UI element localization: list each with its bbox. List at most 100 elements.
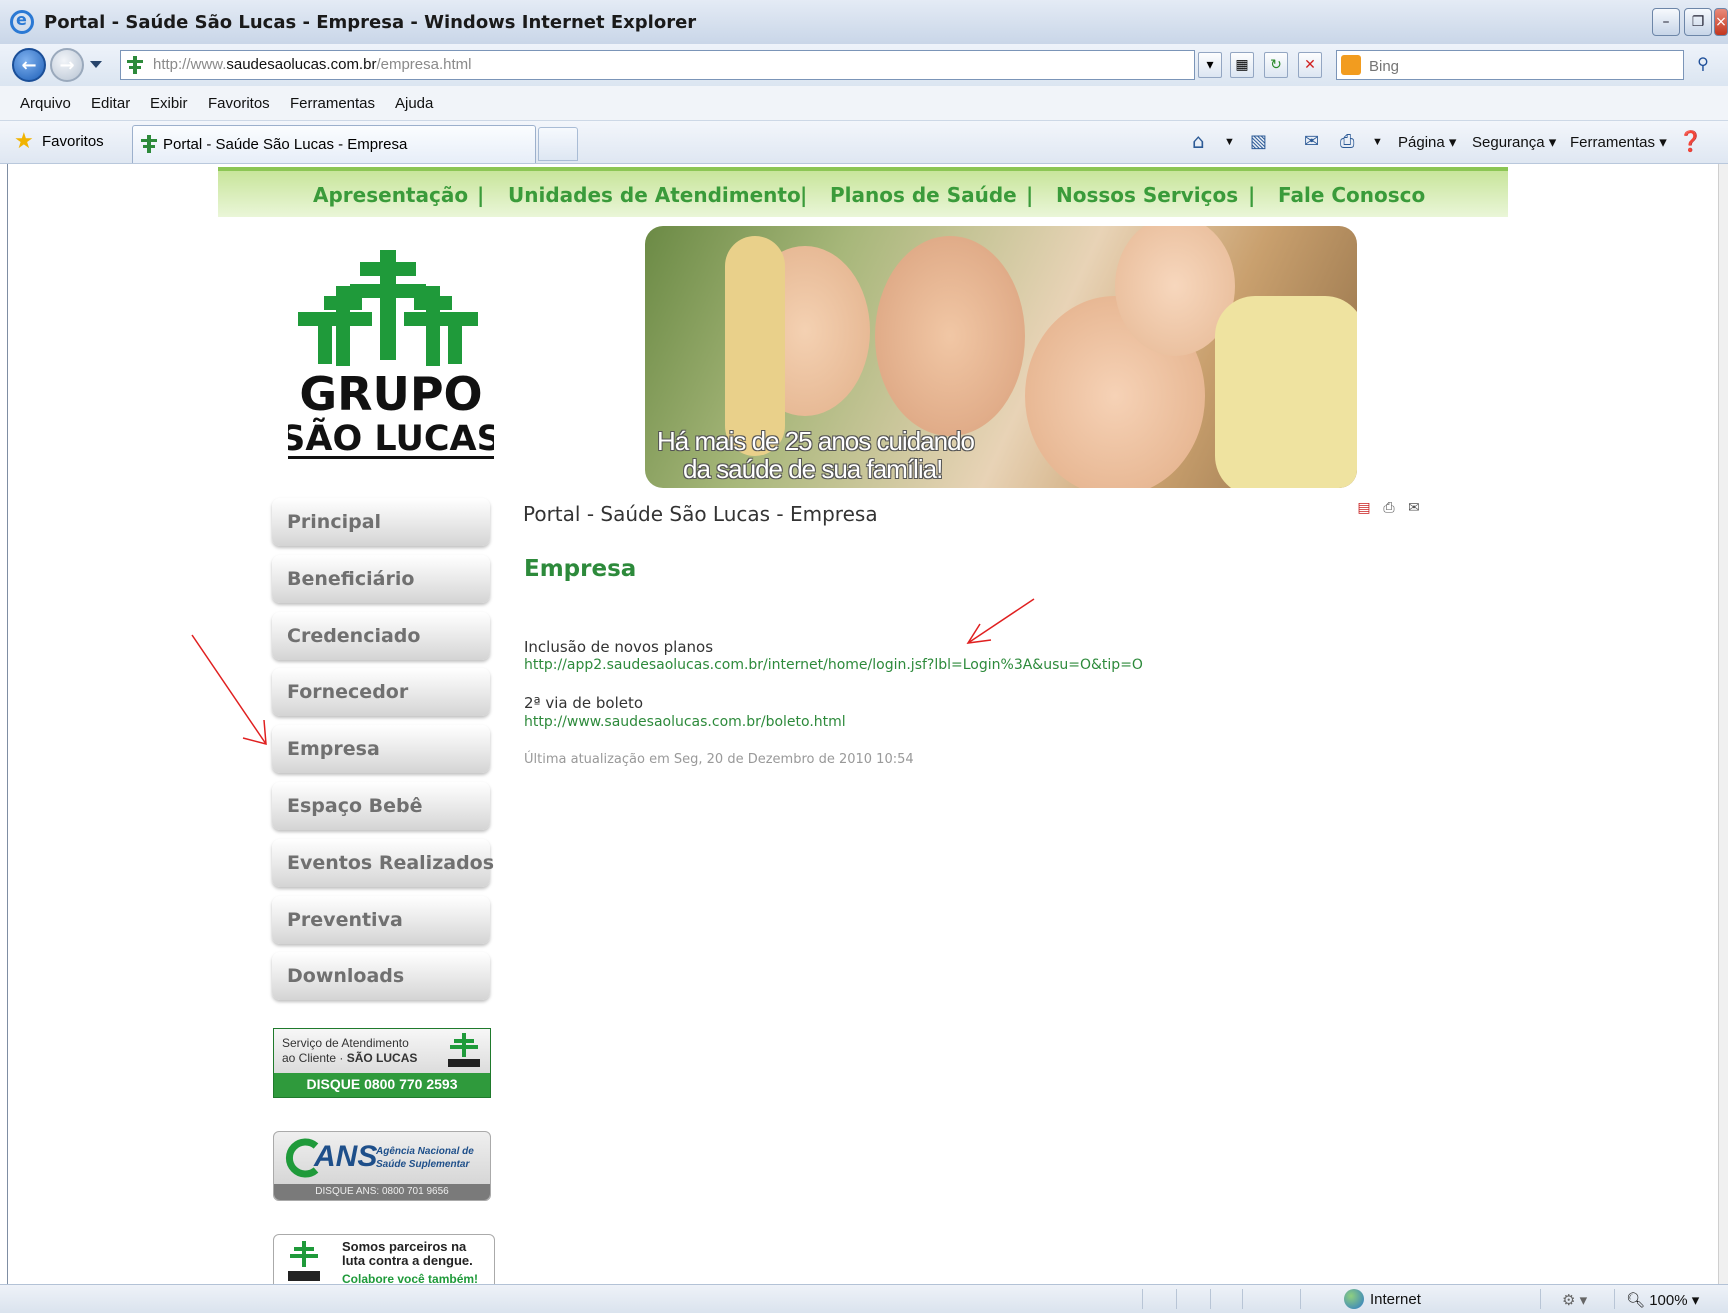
search-box[interactable] [1336,50,1684,80]
sac-logo-icon [448,1033,480,1067]
bing-icon [1341,55,1361,75]
ans-phone: DISQUE ANS: 0800 701 9656 [274,1184,490,1200]
family-banner: Há mais de 25 anos cuidando da saúde de … [645,226,1357,488]
restore-icon[interactable]: ❐ [1684,8,1712,36]
boleto-link[interactable]: http://www.saudesaolucas.com.br/boleto.h… [524,714,846,730]
nav-fale-conosco[interactable]: Fale Conosco [1278,183,1425,207]
internet-globe-icon [1344,1289,1364,1309]
dengue-line2: luta contra a dengue. [342,1253,473,1268]
window-titlebar: Portal - Saúde São Lucas - Empresa - Win… [0,0,1728,45]
address-toolbar: ← → http://www.saudesaolucas.com.br/empr… [0,44,1728,86]
menu-editar[interactable]: Editar [91,95,130,112]
nav-separator: | [1026,183,1034,207]
logo-line2: SÃO LUCAS [288,417,494,459]
forward-button[interactable]: → [50,48,84,82]
nav-separator: | [1248,183,1256,207]
nav-separator: | [477,183,485,207]
tools-menu[interactable]: Ferramentas ▾ [1570,133,1667,151]
nav-unidades-de-atendimento[interactable]: Unidades de Atendimento [508,183,801,207]
protected-mode-icon[interactable]: ⚙ ▾ [1562,1291,1587,1309]
help-icon[interactable]: ❓ [1678,129,1703,153]
menu-bar: Arquivo Editar Exibir Favoritos Ferramen… [0,86,1728,121]
sidebar-item-fornecedor[interactable]: Fornecedor [272,668,490,716]
banner-caption-line1: Há mais de 25 anos cuidando [657,426,975,456]
favorites-button[interactable]: Favoritos [42,133,104,150]
tab-current[interactable]: Portal - Saúde São Lucas - Empresa [132,125,536,163]
grupo-sao-lucas-logo[interactable]: GRUPO SÃO LUCAS [280,250,502,462]
print-page-icon[interactable]: ⎙ [1381,500,1397,516]
print-dropdown-icon[interactable]: ▼ [1372,136,1383,148]
recent-pages-dropdown-icon[interactable] [90,61,102,68]
menu-arquivo[interactable]: Arquivo [20,95,71,112]
sidebar-item-principal[interactable]: Principal [272,498,490,546]
nav-apresentacao[interactable]: Apresentação [313,183,468,207]
stop-icon[interactable]: ✕ [1298,52,1322,78]
address-dropdown-icon[interactable]: ▾ [1198,52,1222,78]
zoom-control[interactable]: 🔍︎ 100% ▾ [1626,1291,1699,1309]
sidebar-item-beneficiario[interactable]: Beneficiário [272,555,490,603]
banner-girl-hair [725,236,785,456]
site-favicon-icon [127,56,143,74]
boleto-label: 2ª via de boleto [524,694,644,712]
saude-logo-icon [288,1241,320,1281]
security-zone: Internet [1370,1291,1421,1308]
ans-banner[interactable]: ANS Agência Nacional de Saúde Suplementa… [273,1131,491,1201]
menu-ajuda[interactable]: Ajuda [395,95,433,112]
email-page-icon[interactable]: ✉ [1406,500,1422,516]
vertical-scrollbar[interactable] [1718,164,1728,1284]
security-menu[interactable]: Segurança ▾ [1472,133,1556,151]
ie-logo-icon [10,10,34,34]
viewport-border [7,164,8,1284]
window-title: Portal - Saúde São Lucas - Empresa - Win… [44,12,697,33]
home-icon[interactable]: ⌂ [1192,129,1205,153]
tab-favicon-icon [141,135,157,153]
ans-sub2: Saúde Suplementar [376,1159,470,1170]
banner-man-face [875,236,1025,436]
sidebar-item-credenciado[interactable]: Credenciado [272,612,490,660]
sidebar-item-eventos-realizados[interactable]: Eventos Realizados [272,839,494,887]
menu-ferramentas[interactable]: Ferramentas [290,95,375,112]
arrow-to-empresa-line [191,634,267,745]
new-plans-label: Inclusão de novos planos [524,638,714,656]
new-tab-button[interactable] [538,127,578,161]
address-field[interactable]: http://www.saudesaolucas.com.br/empresa.… [120,50,1195,80]
minimize-icon[interactable]: – [1652,8,1680,36]
arrow-to-empresa-head [242,719,267,745]
new-plans-link[interactable]: http://app2.saudesaolucas.com.br/interne… [524,657,1143,673]
sidebar-item-empresa[interactable]: Empresa [272,725,490,773]
print-icon[interactable]: ⎙ [1340,131,1354,152]
dengue-line1: Somos parceiros na [342,1239,467,1254]
ans-sub1: Agência Nacional de [376,1146,474,1157]
menu-exibir[interactable]: Exibir [150,95,188,112]
sac-line1: Serviço de Atendimento [282,1036,409,1050]
favorites-star-icon[interactable]: ★ [14,129,34,154]
banner-boy-shirt [1215,296,1357,488]
feeds-icon[interactable]: ▧ [1250,131,1267,152]
page-menu[interactable]: Página ▾ [1398,133,1456,151]
pdf-icon[interactable]: ▤ [1356,500,1372,516]
content-title: Portal - Saúde São Lucas - Empresa [523,502,878,526]
arrow-to-link-line [967,598,1035,644]
menu-favoritos[interactable]: Favoritos [208,95,270,112]
back-button[interactable]: ← [12,48,46,82]
sidebar-item-espaco-bebe[interactable]: Espaço Bebê [272,782,490,830]
arrow-to-link-head [966,623,992,644]
sidebar-item-downloads[interactable]: Downloads [272,952,490,1000]
home-dropdown-icon[interactable]: ▼ [1224,136,1235,148]
last-updated: Última atualização em Seg, 20 de Dezembr… [524,752,914,767]
close-icon[interactable]: × [1714,8,1728,36]
status-bar: Internet ⚙ ▾ 🔍︎ 100% ▾ [0,1284,1728,1313]
nav-planos-de-saude[interactable]: Planos de Saúde [830,183,1017,207]
search-icon[interactable]: ⚲ [1688,50,1718,80]
nav-nossos-servicos[interactable]: Nossos Serviços [1056,183,1238,207]
ans-brand: ANS [314,1140,378,1173]
compatibility-view-icon[interactable]: ▦ [1230,52,1254,78]
sac-banner[interactable]: Serviço de Atendimento ao Cliente · SÃO … [273,1028,491,1098]
sidebar-item-preventiva[interactable]: Preventiva [272,896,490,944]
mail-icon[interactable]: ✉ [1304,131,1319,152]
favorites-bar: ★ Favoritos Portal - Saúde São Lucas - E… [0,121,1728,164]
logo-crosses-icon: GRUPO SÃO LUCAS [280,250,502,459]
search-input[interactable] [1367,55,1671,77]
refresh-icon[interactable]: ↻ [1264,52,1288,78]
banner-caption-line2: da saúde de sua família! [683,454,943,484]
